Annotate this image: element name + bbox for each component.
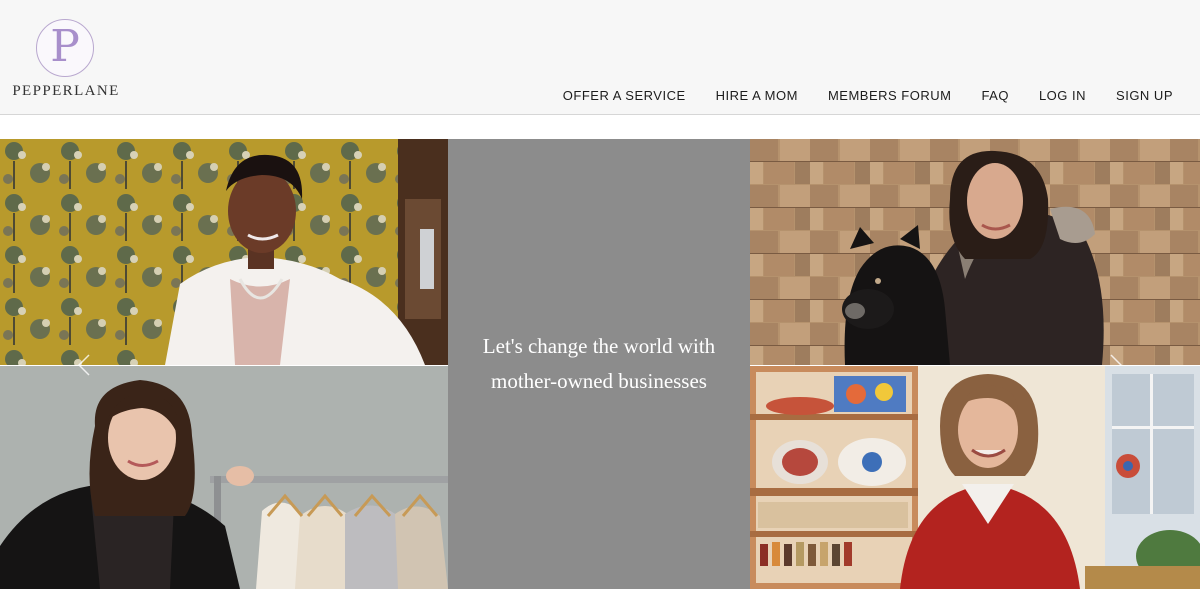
photo-woman-with-dog <box>750 139 1200 365</box>
logo-circle: P <box>36 19 94 77</box>
tagline-line-1: Let's change the world with <box>482 334 716 358</box>
photo-woman-white-jacket <box>0 139 448 365</box>
tagline-line-2: mother-owned businesses <box>491 369 707 393</box>
pepperlane-logo[interactable]: P PEPPERLANE <box>10 19 122 103</box>
chevron-right-icon <box>1110 354 1122 365</box>
tagline-panel: Let's change the world with mother-owned… <box>448 139 750 589</box>
chevron-left-icon <box>77 354 90 376</box>
site-header: P PEPPERLANE OFFER A SERVICE HIRE A MOM … <box>0 0 1200 115</box>
nav-offer-a-service[interactable]: OFFER A SERVICE <box>563 88 686 103</box>
nav-faq[interactable]: FAQ <box>981 88 1009 103</box>
hero-grid: Let's change the world with mother-owned… <box>0 139 1200 589</box>
photo-woman-kitchen <box>750 366 1200 589</box>
photo-woman-clothing-rack <box>0 366 448 589</box>
nav-hire-a-mom[interactable]: HIRE A MOM <box>716 88 798 103</box>
hero-tagline: Let's change the world with mother-owned… <box>454 329 744 399</box>
nav-log-in[interactable]: LOG IN <box>1039 88 1086 103</box>
nav-sign-up[interactable]: SIGN UP <box>1116 88 1173 103</box>
main-nav: OFFER A SERVICE HIRE A MOM MEMBERS FORUM… <box>563 88 1173 103</box>
logo-letter: P <box>50 21 80 72</box>
slider-next-arrow[interactable] <box>1110 354 1122 365</box>
logo-wordmark: PEPPERLANE <box>12 83 120 99</box>
slider-prev-arrow[interactable] <box>77 354 90 381</box>
nav-members-forum[interactable]: MEMBERS FORUM <box>828 88 952 103</box>
